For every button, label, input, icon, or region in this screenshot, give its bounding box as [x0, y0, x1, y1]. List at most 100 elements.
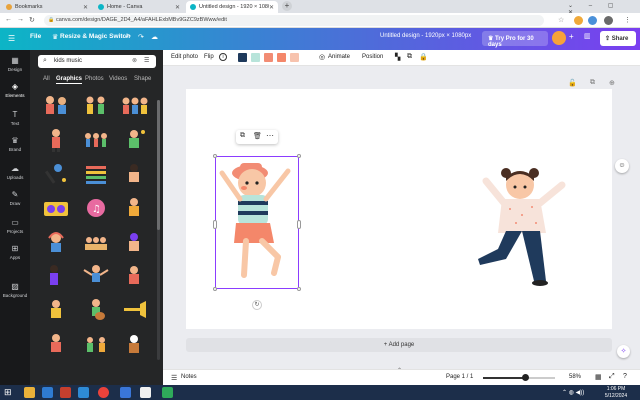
- dancing-girl-graphic[interactable]: [470, 163, 582, 289]
- kids-music-graphic[interactable]: [80, 92, 112, 120]
- animate-button[interactable]: Animate: [328, 54, 350, 60]
- clear-search-icon[interactable]: ⊗: [132, 57, 137, 64]
- clock-date[interactable]: 5/12/2024: [600, 393, 632, 399]
- kids-music-graphic[interactable]: [118, 330, 150, 358]
- file-menu-button[interactable]: File: [30, 33, 41, 40]
- undo-icon[interactable]: ↶: [125, 33, 131, 41]
- trash-icon[interactable]: 🗑: [253, 132, 262, 140]
- band-kids-graphic[interactable]: [80, 228, 112, 256]
- word-icon[interactable]: [120, 387, 131, 398]
- browser-tab-home-canva[interactable]: Home - Canva ✕: [94, 1, 184, 13]
- resize-handle[interactable]: [213, 220, 217, 229]
- xylophone-graphic[interactable]: [80, 160, 112, 188]
- kids-music-graphic[interactable]: [40, 330, 72, 358]
- grid-view-icon[interactable]: ▦: [595, 373, 602, 381]
- selection-box[interactable]: [215, 156, 299, 289]
- resize-handle[interactable]: [213, 287, 217, 291]
- zoom-slider-knob[interactable]: [521, 374, 529, 381]
- transparency-icon[interactable]: ▚: [395, 53, 400, 61]
- windows-start-icon[interactable]: ⊞: [4, 387, 12, 398]
- kids-music-graphic[interactable]: [80, 126, 112, 154]
- add-collaborator-icon[interactable]: +: [569, 32, 574, 41]
- headphones-kid-graphic[interactable]: [40, 228, 72, 256]
- resize-handle[interactable]: [297, 220, 301, 229]
- extension-icon[interactable]: [574, 16, 583, 25]
- chrome-icon[interactable]: [98, 387, 109, 398]
- new-tab-button[interactable]: +: [282, 1, 292, 11]
- duplicate-style-icon[interactable]: ⧉: [407, 53, 412, 61]
- add-page-button[interactable]: + Add page: [186, 338, 612, 352]
- fullscreen-icon[interactable]: ⤢: [609, 373, 615, 381]
- kids-music-graphic[interactable]: [118, 262, 150, 290]
- microphone-graphic[interactable]: [40, 160, 72, 188]
- resize-handle[interactable]: [213, 154, 217, 158]
- kids-music-graphic[interactable]: [118, 194, 150, 222]
- design-title[interactable]: Untitled design - 1920px × 1080px: [380, 33, 471, 39]
- rail-item-apps[interactable]: ⊞ Apps: [0, 244, 30, 260]
- redo-icon[interactable]: ↷: [138, 33, 144, 41]
- close-icon[interactable]: ✕: [83, 4, 88, 11]
- trumpet-graphic[interactable]: [118, 296, 150, 324]
- store-icon[interactable]: [78, 387, 89, 398]
- user-avatar[interactable]: [552, 31, 566, 45]
- url-field[interactable]: 🔒 canva.com/design/DAGE_2D4_A4/aFAHLExbM…: [44, 15, 544, 26]
- tab-graphics[interactable]: Graphics: [56, 76, 83, 84]
- rail-item-text[interactable]: T Text: [0, 110, 30, 126]
- add-page-icon[interactable]: ⊕: [609, 79, 615, 87]
- kids-music-graphic[interactable]: [40, 262, 72, 290]
- color-swatch[interactable]: [290, 53, 299, 62]
- edge-icon[interactable]: [42, 387, 53, 398]
- kids-music-graphic[interactable]: [40, 92, 72, 120]
- rail-item-draw[interactable]: ✎ Draw: [0, 190, 30, 206]
- star-icon[interactable]: ☆: [558, 16, 564, 24]
- duplicate-icon[interactable]: ⧉: [240, 132, 245, 140]
- clock-time[interactable]: 1:06 PM: [600, 386, 632, 392]
- try-pro-button[interactable]: ♛ Try Pro for 30 days: [482, 31, 548, 48]
- color-swatch[interactable]: [238, 53, 247, 62]
- tab-shapes[interactable]: Shape: [134, 76, 151, 82]
- account-avatar[interactable]: [604, 16, 613, 25]
- color-swatch[interactable]: [264, 53, 273, 62]
- flip-button[interactable]: Flip: [204, 54, 214, 60]
- rail-item-background[interactable]: ▨ Background: [0, 282, 30, 298]
- info-icon[interactable]: i: [219, 53, 227, 61]
- forward-icon[interactable]: →: [17, 16, 24, 23]
- kids-music-graphic[interactable]: [40, 126, 72, 154]
- magic-assistant-icon[interactable]: ✧: [617, 345, 630, 358]
- color-swatch[interactable]: [277, 53, 286, 62]
- more-menu-icon[interactable]: ⋮: [624, 16, 631, 24]
- music-notes-graphic[interactable]: ♫: [80, 194, 112, 222]
- rail-item-projects[interactable]: ▭ Projects: [0, 218, 30, 234]
- panel-scrollbar[interactable]: [157, 100, 160, 360]
- reload-icon[interactable]: ↻: [29, 16, 35, 24]
- duplicate-page-icon[interactable]: ⧉: [590, 79, 595, 87]
- filter-icon[interactable]: ☰: [144, 57, 149, 64]
- edit-photo-button[interactable]: Edit photo: [171, 54, 198, 60]
- tab-all[interactable]: All: [43, 76, 50, 82]
- help-icon[interactable]: ?: [623, 373, 627, 380]
- scrollbar-thumb[interactable]: [157, 100, 160, 230]
- rail-item-design[interactable]: ▦ Design: [0, 56, 30, 72]
- comment-icon[interactable]: ☺: [615, 159, 629, 173]
- excel-icon[interactable]: [162, 387, 173, 398]
- tab-videos[interactable]: Videos: [109, 76, 127, 82]
- profile-avatar[interactable]: [588, 16, 597, 25]
- search-field[interactable]: ⌕ kids music ⊗ ☰: [38, 55, 156, 68]
- lock-page-icon[interactable]: 🔓: [568, 79, 577, 87]
- position-button[interactable]: Position: [362, 54, 383, 60]
- close-icon[interactable]: ✕: [175, 4, 180, 11]
- more-options-icon[interactable]: ⋯: [266, 131, 274, 140]
- file-explorer-icon[interactable]: [24, 387, 35, 398]
- zoom-slider[interactable]: [483, 374, 555, 381]
- boombox-graphic[interactable]: [40, 194, 72, 222]
- browser-tab-untitled-design[interactable]: Untitled design - 1920 × 1080px ✕: [186, 1, 278, 13]
- menu-icon[interactable]: ☰: [8, 34, 15, 43]
- rail-item-uploads[interactable]: ☁ Uploads: [0, 164, 30, 180]
- kids-music-graphic[interactable]: [118, 126, 150, 154]
- color-swatch[interactable]: [251, 53, 260, 62]
- share-button[interactable]: ⇪ Share: [600, 31, 636, 46]
- chevron-up-icon[interactable]: ⌃: [397, 367, 402, 374]
- kids-music-graphic[interactable]: [118, 160, 150, 188]
- resize-handle[interactable]: [297, 154, 301, 158]
- dancing-kid-graphic[interactable]: [80, 262, 112, 290]
